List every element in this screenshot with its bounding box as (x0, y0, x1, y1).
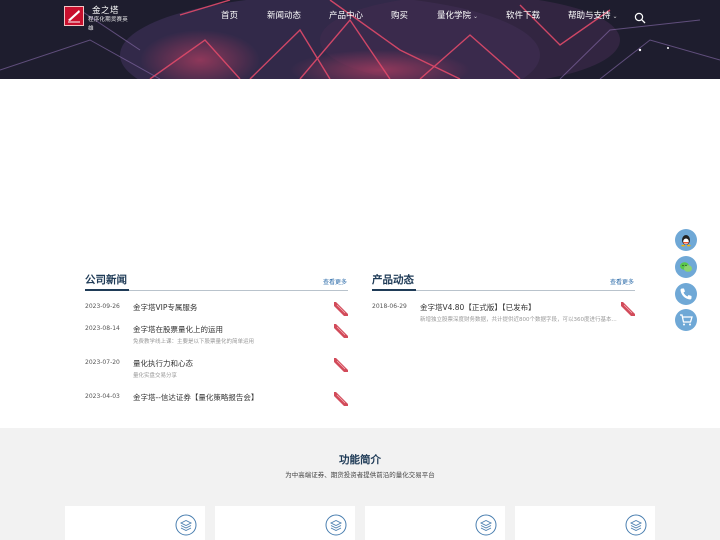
features-subtitle: 为中高端证券、期货投资者提供前沿的量化交易平台 (285, 471, 435, 479)
news-title[interactable]: 金字塔V4.80【正式版】【已发布】 (420, 302, 536, 313)
nav-item-news[interactable]: 新闻动态 (267, 9, 301, 21)
logo-tagline: 程序化期货赛英雄 (88, 17, 128, 32)
site-logo[interactable]: 金之塔 程序化期货赛英雄 (64, 6, 128, 32)
nav-item-download[interactable]: 软件下载 (506, 9, 540, 21)
hero-banner: 金之塔 程序化期货赛英雄 首页 新闻动态 产品中心 购买 量化学院 ⌄ 软件下载 … (0, 0, 720, 79)
ribbon-icon (334, 324, 348, 338)
ribbon-icon (621, 302, 635, 316)
stack-icon (175, 514, 197, 536)
wechat-button[interactable] (675, 256, 697, 278)
nav-item-buy[interactable]: 购买 (391, 9, 408, 21)
news-title[interactable]: 金字塔在股票量化上的运用 (133, 324, 223, 335)
product-news-title: 产品动态 (372, 274, 414, 286)
ribbon-icon (334, 302, 348, 316)
news-title[interactable]: 金字塔--信达证券【量化策略报告会】 (133, 392, 258, 403)
company-news-header: 公司新闻 查看更多 (85, 272, 348, 290)
product-news-more-link[interactable]: 查看更多 (610, 277, 634, 286)
phone-icon (680, 288, 692, 300)
nav-item-quant-academy[interactable]: 量化学院 ⌄ (437, 9, 478, 21)
ribbon-icon (334, 358, 348, 372)
feature-card[interactable] (65, 506, 205, 540)
product-news-header: 产品动态 查看更多 (372, 272, 635, 290)
feature-card[interactable] (515, 506, 655, 540)
logo-mark-icon (64, 6, 84, 26)
news-title[interactable]: 金字塔VIP专属服务 (133, 302, 197, 313)
page: 金之塔 程序化期货赛英雄 首页 新闻动态 产品中心 购买 量化学院 ⌄ 软件下载 … (0, 0, 720, 540)
nav-item-home[interactable]: 首页 (221, 9, 238, 21)
cart-icon (680, 314, 693, 326)
nav-item-products[interactable]: 产品中心 (329, 9, 363, 21)
search-icon[interactable] (634, 9, 646, 24)
feature-card[interactable] (215, 506, 355, 540)
company-news-divider (85, 289, 348, 291)
ribbon-icon (334, 392, 348, 406)
phone-button[interactable] (675, 283, 697, 305)
company-news-more-link[interactable]: 查看更多 (323, 277, 347, 286)
top-navigation-bar: 金之塔 程序化期货赛英雄 首页 新闻动态 产品中心 购买 量化学院 ⌄ 软件下载 … (0, 0, 720, 32)
qq-button[interactable] (675, 229, 697, 251)
feature-card[interactable] (365, 506, 505, 540)
chevron-down-icon: ⌄ (612, 13, 618, 20)
stack-icon (325, 514, 347, 536)
stack-icon (475, 514, 497, 536)
product-news-divider (372, 289, 635, 291)
news-title[interactable]: 量化执行力和心态 (133, 358, 193, 369)
stack-icon (625, 514, 647, 536)
nav-item-help[interactable]: 帮助与支持 ⌄ (568, 9, 618, 21)
wechat-icon (680, 262, 692, 272)
qq-icon (681, 235, 691, 247)
chevron-down-icon: ⌄ (473, 13, 479, 20)
features-title: 功能简介 (339, 454, 381, 466)
logo-name: 金之塔 (92, 6, 120, 16)
company-news-title: 公司新闻 (85, 274, 127, 286)
cart-button[interactable] (675, 309, 697, 331)
features-section: 功能简介 为中高端证券、期货投资者提供前沿的量化交易平台 (0, 428, 720, 540)
